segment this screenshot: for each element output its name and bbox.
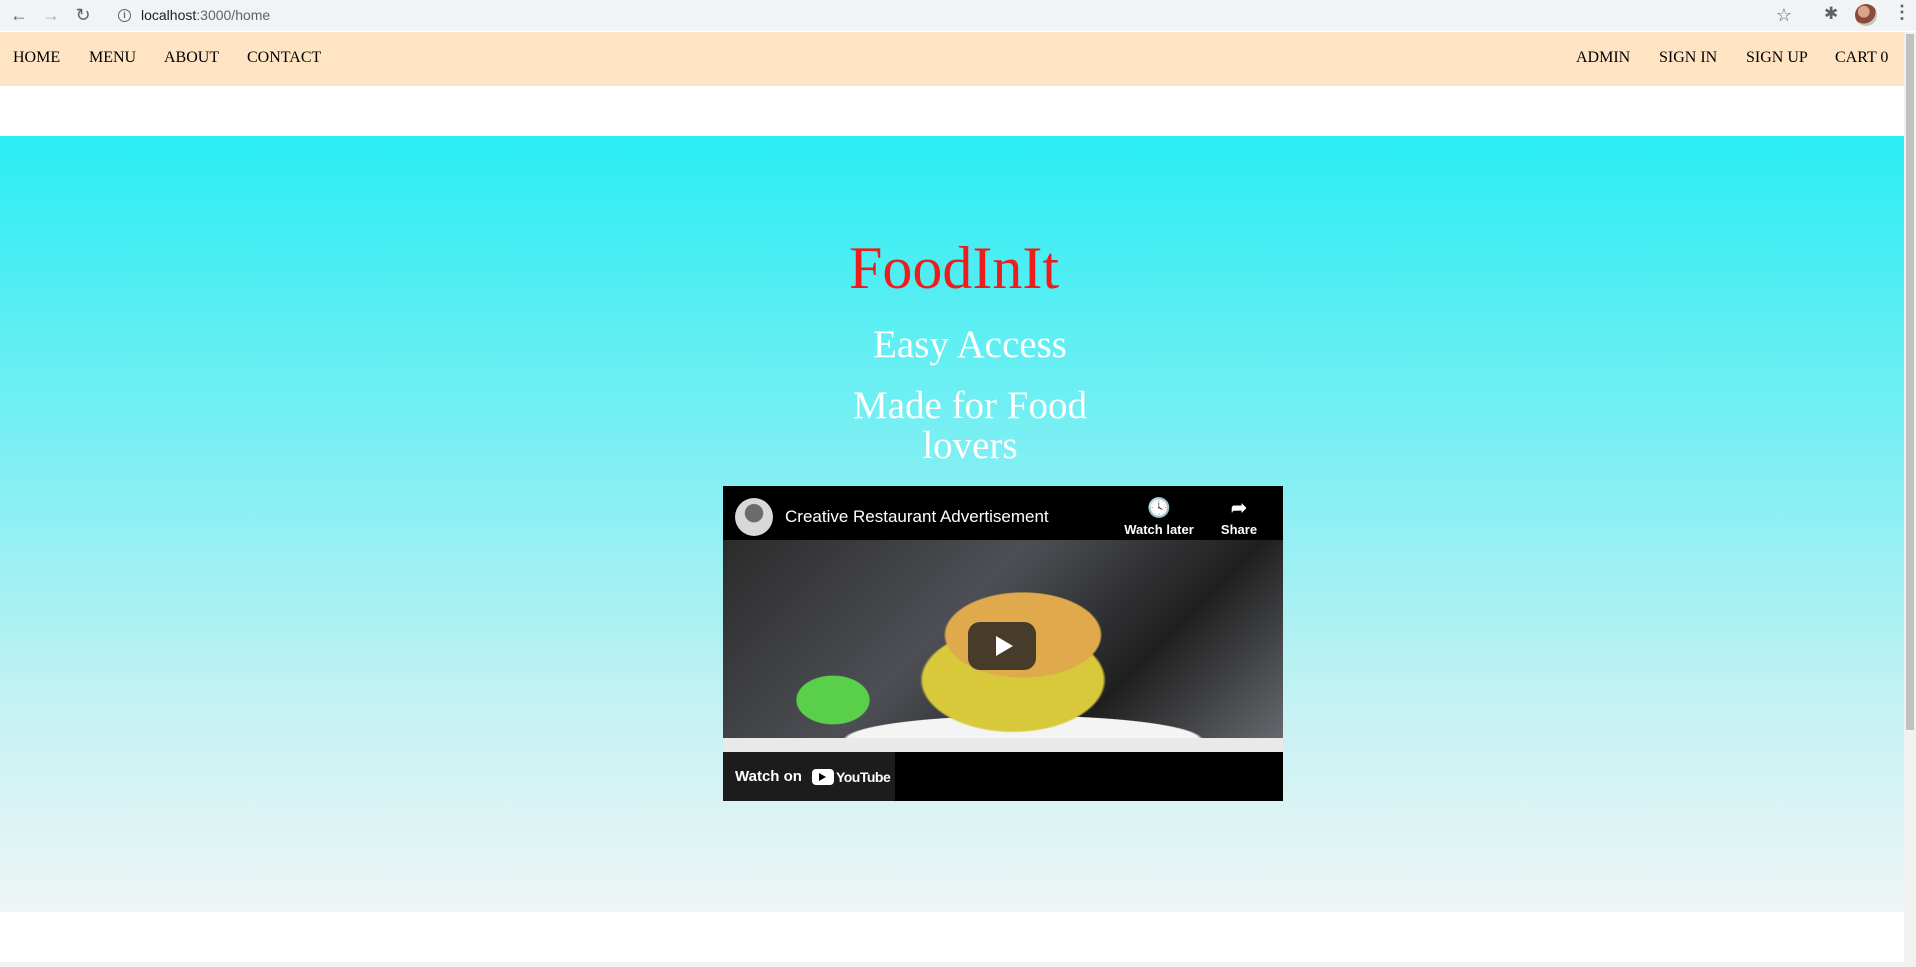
url-text: localhost:3000/home [141, 7, 270, 23]
watch-on-label: Watch on [735, 768, 802, 785]
nav-link-home[interactable]: HOME [13, 49, 60, 67]
video-header: Creative Restaurant Advertisement 🕓 Watc… [723, 486, 1283, 540]
thumbnail-plate [723, 738, 1283, 752]
site-info-icon[interactable]: i [118, 8, 131, 22]
site-navbar: HOME MENU ABOUT CONTACT ADMIN SIGN IN SI… [0, 32, 1904, 86]
browser-menu-icon[interactable]: ⋮ [1893, 2, 1911, 23]
nav-link-sign-in[interactable]: SIGN IN [1659, 49, 1717, 67]
youtube-logo-icon: YouTube [811, 768, 891, 785]
nav-link-about[interactable]: ABOUT [164, 49, 219, 67]
share-button[interactable]: ➦ Share [1209, 498, 1269, 537]
video-title[interactable]: Creative Restaurant Advertisement [785, 507, 1049, 527]
nav-link-admin[interactable]: ADMIN [1576, 49, 1630, 67]
watch-later-button[interactable]: 🕓 Watch later [1119, 498, 1199, 537]
bookmark-star-icon[interactable]: ☆ [1776, 5, 1792, 26]
tagline-easy-access: Easy Access [873, 323, 1067, 366]
youtube-wordmark: YouTube [835, 768, 891, 785]
share-arrow-icon: ➦ [1231, 498, 1247, 519]
watch-on-youtube-button[interactable]: Watch on YouTube [723, 752, 895, 801]
extensions-puzzle-icon[interactable]: ✱ [1824, 4, 1838, 24]
nav-link-sign-up[interactable]: SIGN UP [1746, 49, 1808, 67]
play-icon [995, 636, 1013, 656]
hero-section: FoodInIt Easy Access Made for Food lover… [0, 136, 1904, 912]
youtube-embed[interactable]: Creative Restaurant Advertisement 🕓 Watc… [723, 486, 1283, 801]
page-bottom-strip [0, 962, 1904, 967]
clock-icon: 🕓 [1147, 498, 1171, 519]
channel-avatar[interactable] [735, 498, 773, 536]
browser-toolbar: ← → ↻ i localhost:3000/home ☆ ✱ ⋮ [0, 0, 1916, 31]
nav-link-contact[interactable]: CONTACT [247, 49, 321, 67]
nav-link-cart[interactable]: CART 0 [1835, 49, 1888, 67]
reload-icon[interactable]: ↻ [70, 3, 96, 29]
url-host: localhost [141, 7, 197, 23]
watch-later-label: Watch later [1124, 522, 1194, 537]
address-bar[interactable]: i localhost:3000/home ☆ [108, 2, 1794, 28]
share-label: Share [1220, 522, 1258, 537]
back-arrow-icon[interactable]: ← [6, 3, 32, 29]
profile-avatar[interactable] [1855, 4, 1877, 26]
tagline-food-lovers: Made for Food lovers [853, 384, 1087, 467]
url-path: :3000/home [196, 7, 271, 23]
nav-link-menu[interactable]: MENU [89, 49, 136, 67]
scrollbar-thumb[interactable] [1906, 34, 1914, 730]
brand-title: FoodInIt [849, 235, 1059, 301]
play-button[interactable] [968, 622, 1036, 670]
forward-arrow-icon[interactable]: → [38, 3, 64, 29]
vertical-scrollbar[interactable] [1904, 32, 1916, 967]
